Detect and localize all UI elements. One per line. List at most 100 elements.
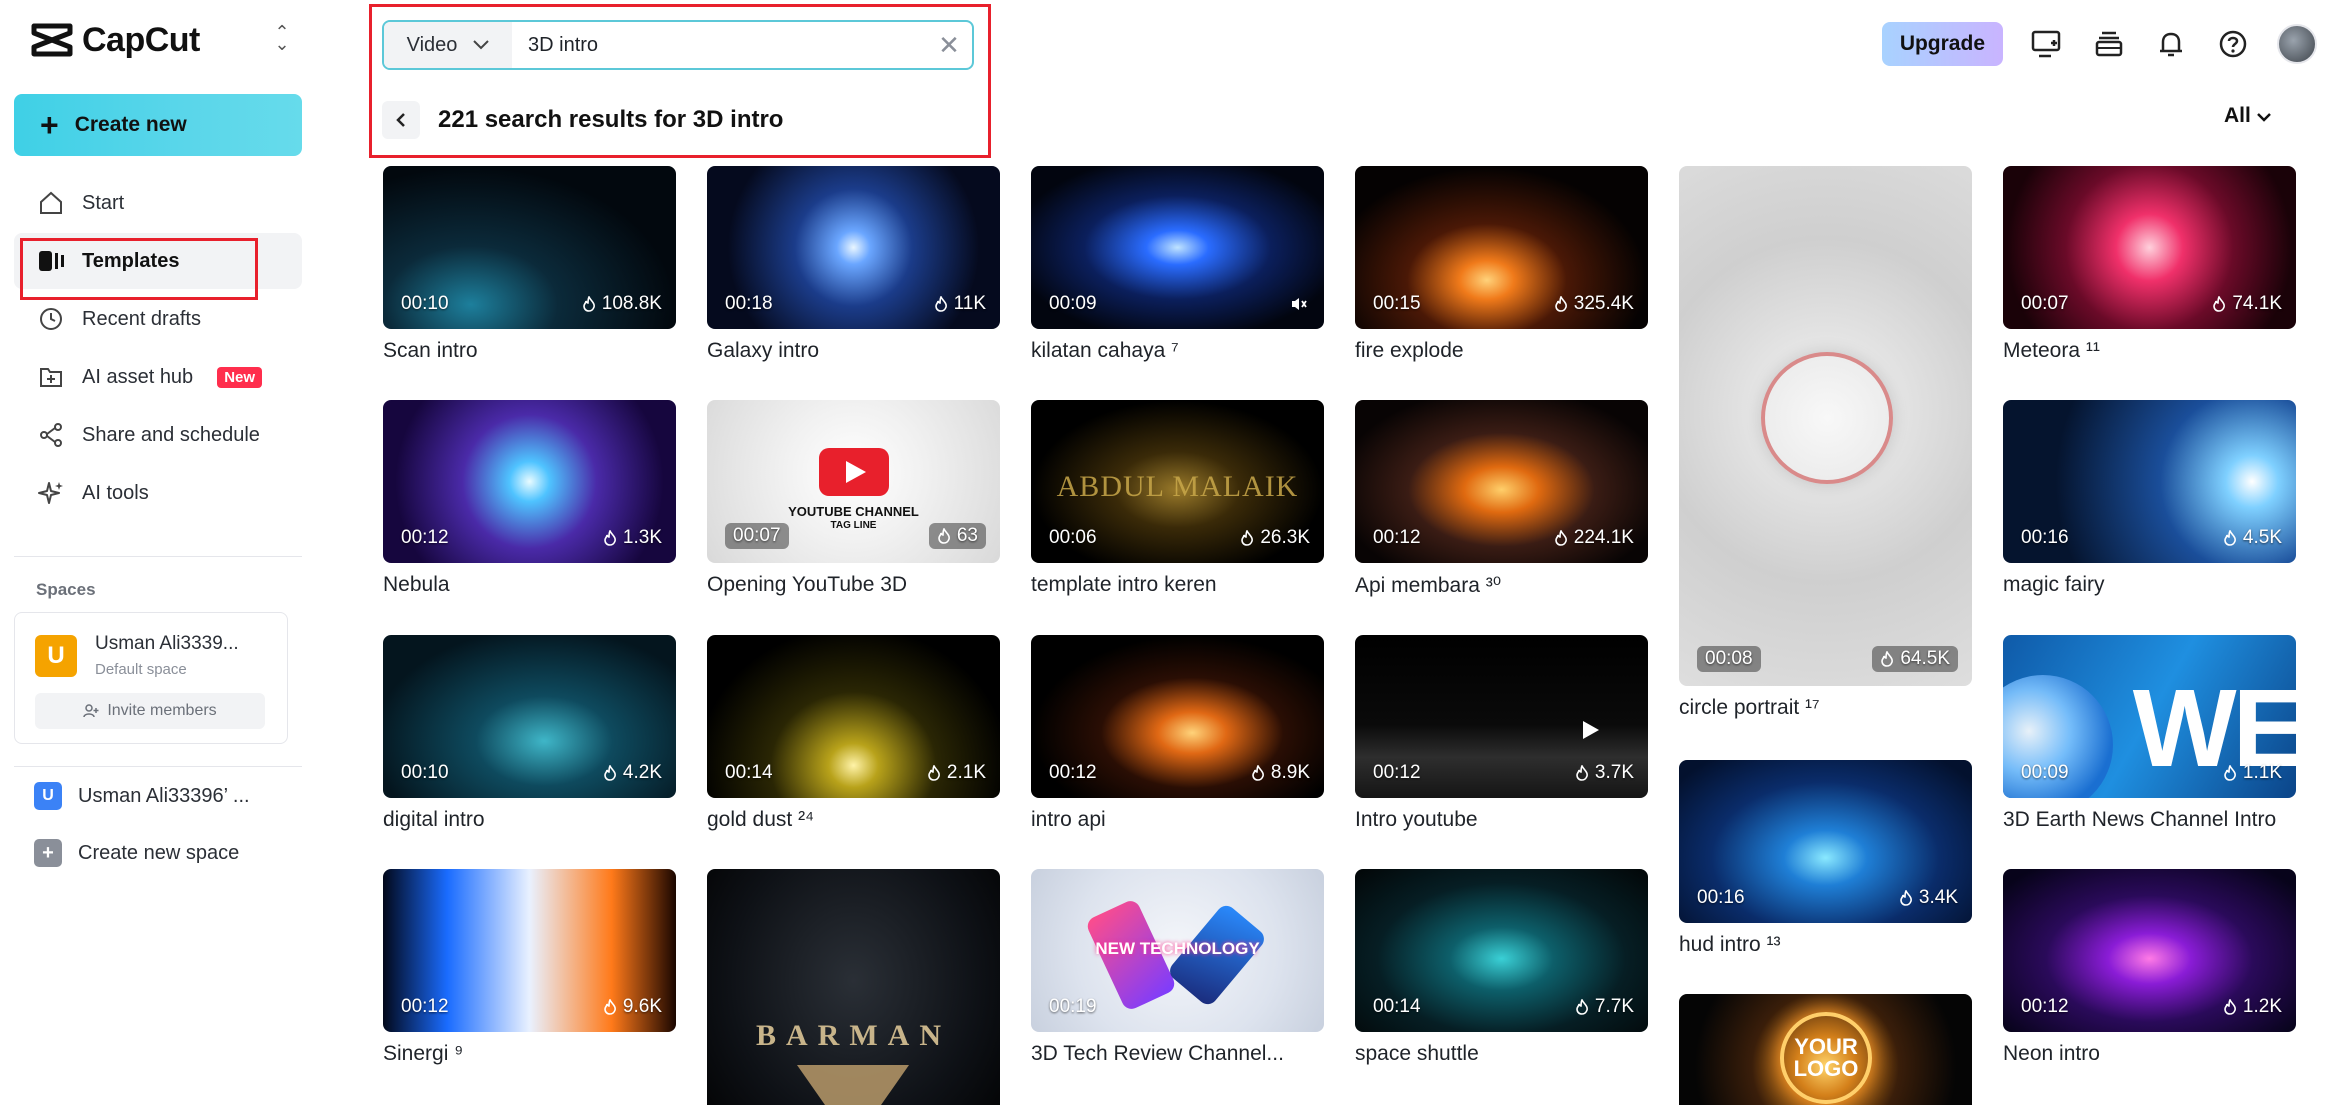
- template-thumbnail[interactable]: 00:12 8.9K: [1031, 635, 1324, 798]
- template-thumbnail[interactable]: 00:18 11K: [707, 166, 1000, 329]
- template-thumbnail[interactable]: 00:14 7.7K: [1355, 869, 1648, 1032]
- create-new-space-button[interactable]: + Create new space: [34, 836, 239, 870]
- template-title[interactable]: gold dust ²⁴: [707, 808, 1000, 832]
- template-title[interactable]: hud intro ¹³: [1679, 933, 1972, 957]
- template-thumbnail[interactable]: YOUTUBE CHANNEL TAG LINE 00:07 63: [707, 400, 1000, 563]
- mute-icon[interactable]: [1290, 296, 1308, 317]
- template-card[interactable]: 00:12 1.3K Nebula: [383, 400, 676, 597]
- sidebar-item-label: Templates: [82, 249, 180, 272]
- template-card[interactable]: NEW TECHNOLOGY 00:19 3D Tech Review Channe…: [1031, 869, 1324, 1066]
- brand[interactable]: CapCut: [30, 20, 200, 60]
- template-title[interactable]: Intro youtube: [1355, 808, 1648, 832]
- template-title[interactable]: fire explode: [1355, 339, 1648, 363]
- bell-icon[interactable]: [2153, 26, 2189, 62]
- template-title[interactable]: Nebula: [383, 573, 676, 597]
- sidebar-item-share-and-schedule[interactable]: Share and schedule: [14, 407, 302, 463]
- template-title[interactable]: circle portrait ¹⁷: [1679, 696, 1972, 720]
- template-card[interactable]: 00:08 64.5K circle portrait ¹⁷: [1679, 166, 1972, 720]
- template-thumbnail[interactable]: 00:16 4.5K: [2003, 400, 2296, 563]
- template-title[interactable]: Sinergi ⁹: [383, 1042, 676, 1066]
- invite-members-button[interactable]: Invite members: [35, 693, 265, 729]
- sidebar-item-templates[interactable]: Templates: [14, 233, 302, 289]
- template-title[interactable]: digital intro: [383, 808, 676, 832]
- template-title[interactable]: magic fairy: [2003, 573, 2296, 597]
- template-thumbnail[interactable]: 00:14 2.1K: [707, 635, 1000, 798]
- space-list-item[interactable]: U Usman Ali33396’ ...: [34, 779, 250, 813]
- template-title[interactable]: kilatan cahaya ⁷: [1031, 339, 1324, 363]
- user-avatar[interactable]: [2277, 24, 2317, 64]
- template-card[interactable]: 00:14 7.7K space shuttle: [1355, 869, 1648, 1066]
- template-title[interactable]: Opening YouTube 3D: [707, 573, 1000, 597]
- flame-icon: [2223, 530, 2239, 546]
- template-title[interactable]: template intro keren: [1031, 573, 1324, 597]
- template-card[interactable]: 00:18 11K Galaxy intro: [707, 166, 1000, 363]
- space-card[interactable]: U Usman Ali3339... Default space Invite …: [14, 612, 288, 744]
- template-thumbnail[interactable]: 00:09: [1031, 166, 1324, 329]
- template-card[interactable]: 00:16 4.5K magic fairy: [2003, 400, 2296, 597]
- template-card[interactable]: 00:16 3.4K hud intro ¹³: [1679, 760, 1972, 957]
- template-title[interactable]: Scan intro: [383, 339, 676, 363]
- flame-icon: [603, 999, 619, 1015]
- template-thumbnail[interactable]: YOUR LOGO: [1679, 994, 1972, 1105]
- template-thumbnail[interactable]: 00:15 325.4K: [1355, 166, 1648, 329]
- template-duration: 00:09: [2021, 762, 2069, 783]
- template-title[interactable]: Meteora ¹¹: [2003, 339, 2296, 363]
- search-input[interactable]: [512, 33, 926, 57]
- template-card[interactable]: 00:12 224.1K Api membara ³⁰: [1355, 400, 1648, 598]
- template-thumbnail[interactable]: 00:12 9.6K: [383, 869, 676, 1032]
- template-thumbnail[interactable]: 00:16 3.4K: [1679, 760, 1972, 923]
- template-title[interactable]: intro api: [1031, 808, 1324, 832]
- template-thumbnail[interactable]: WE 00:09 1.1K: [2003, 635, 2296, 798]
- template-card[interactable]: WE 00:09 1.1K 3D Earth News Channel Intro: [2003, 635, 2296, 832]
- template-title[interactable]: 3D Tech Review Channel...: [1031, 1042, 1324, 1066]
- template-card[interactable]: BARMAN: [707, 869, 1000, 1105]
- workspace-switch-icon[interactable]: ⌃ ⌄: [270, 23, 294, 54]
- template-card[interactable]: YOUTUBE CHANNEL TAG LINE 00:07 63 Opening Yo…: [707, 400, 1000, 597]
- template-card[interactable]: 00:15 325.4K fire explode: [1355, 166, 1648, 363]
- template-card[interactable]: 00:12 8.9K intro api: [1031, 635, 1324, 832]
- template-thumbnail[interactable]: ABDUL MALAIK 00:06 26.3K: [1031, 400, 1324, 563]
- template-thumbnail[interactable]: 00:07 74.1K: [2003, 166, 2296, 329]
- template-thumbnail[interactable]: 00:12 1.2K: [2003, 869, 2296, 1032]
- template-thumbnail[interactable]: 00:10 108.8K: [383, 166, 676, 329]
- queue-icon[interactable]: [2091, 26, 2127, 62]
- template-title[interactable]: Galaxy intro: [707, 339, 1000, 363]
- template-title[interactable]: space shuttle: [1355, 1042, 1648, 1066]
- template-card[interactable]: 00:10 4.2K digital intro: [383, 635, 676, 832]
- filter-dropdown[interactable]: All: [2224, 104, 2271, 128]
- sidebar-item-recent-drafts[interactable]: Recent drafts: [14, 291, 302, 347]
- results-count: 221 search results for 3D intro: [438, 106, 784, 133]
- search-type-dropdown[interactable]: Video: [384, 22, 512, 68]
- clear-search-icon[interactable]: ✕: [926, 30, 972, 61]
- template-card[interactable]: 00:09 kilatan cahaya ⁷: [1031, 166, 1324, 363]
- template-thumbnail[interactable]: 00:12 1.3K: [383, 400, 676, 563]
- template-card[interactable]: 00:14 2.1K gold dust ²⁴: [707, 635, 1000, 832]
- template-title[interactable]: 3D Earth News Channel Intro: [2003, 808, 2296, 832]
- sidebar-item-ai-tools[interactable]: AI tools: [14, 465, 302, 521]
- sidebar-item-ai-asset-hub[interactable]: AI asset hub New: [14, 349, 302, 405]
- sidebar-item-start[interactable]: Start: [14, 175, 302, 231]
- template-thumbnail[interactable]: NEW TECHNOLOGY 00:19: [1031, 869, 1324, 1032]
- create-new-button[interactable]: + Create new: [14, 94, 302, 156]
- template-card[interactable]: ABDUL MALAIK 00:06 26.3K template intro ker…: [1031, 400, 1324, 597]
- template-thumbnail[interactable]: BARMAN: [707, 869, 1000, 1105]
- template-card[interactable]: YOUR LOGO: [1679, 994, 1972, 1105]
- template-card[interactable]: 00:07 74.1K Meteora ¹¹: [2003, 166, 2296, 363]
- template-thumbnail[interactable]: 00:10 4.2K: [383, 635, 676, 798]
- back-button[interactable]: [382, 101, 420, 139]
- filter-label: All: [2224, 104, 2251, 127]
- template-title[interactable]: Neon intro: [2003, 1042, 2296, 1066]
- template-usage-count: 4.5K: [2223, 527, 2282, 549]
- template-card[interactable]: 00:12 3.7K Intro youtube: [1355, 635, 1648, 832]
- template-thumbnail[interactable]: 00:08 64.5K: [1679, 166, 1972, 686]
- template-thumbnail[interactable]: 00:12 3.7K: [1355, 635, 1648, 798]
- upgrade-button[interactable]: Upgrade: [1881, 22, 2003, 66]
- help-icon[interactable]: [2215, 26, 2251, 62]
- screen-cast-icon[interactable]: [2029, 26, 2065, 62]
- template-card[interactable]: 00:12 9.6K Sinergi ⁹: [383, 869, 676, 1066]
- youtube-play-icon: [819, 448, 889, 496]
- template-card[interactable]: 00:10 108.8K Scan intro: [383, 166, 676, 363]
- template-thumbnail[interactable]: 00:12 224.1K: [1355, 400, 1648, 563]
- template-title[interactable]: Api membara ³⁰: [1355, 573, 1648, 598]
- template-card[interactable]: 00:12 1.2K Neon intro: [2003, 869, 2296, 1066]
